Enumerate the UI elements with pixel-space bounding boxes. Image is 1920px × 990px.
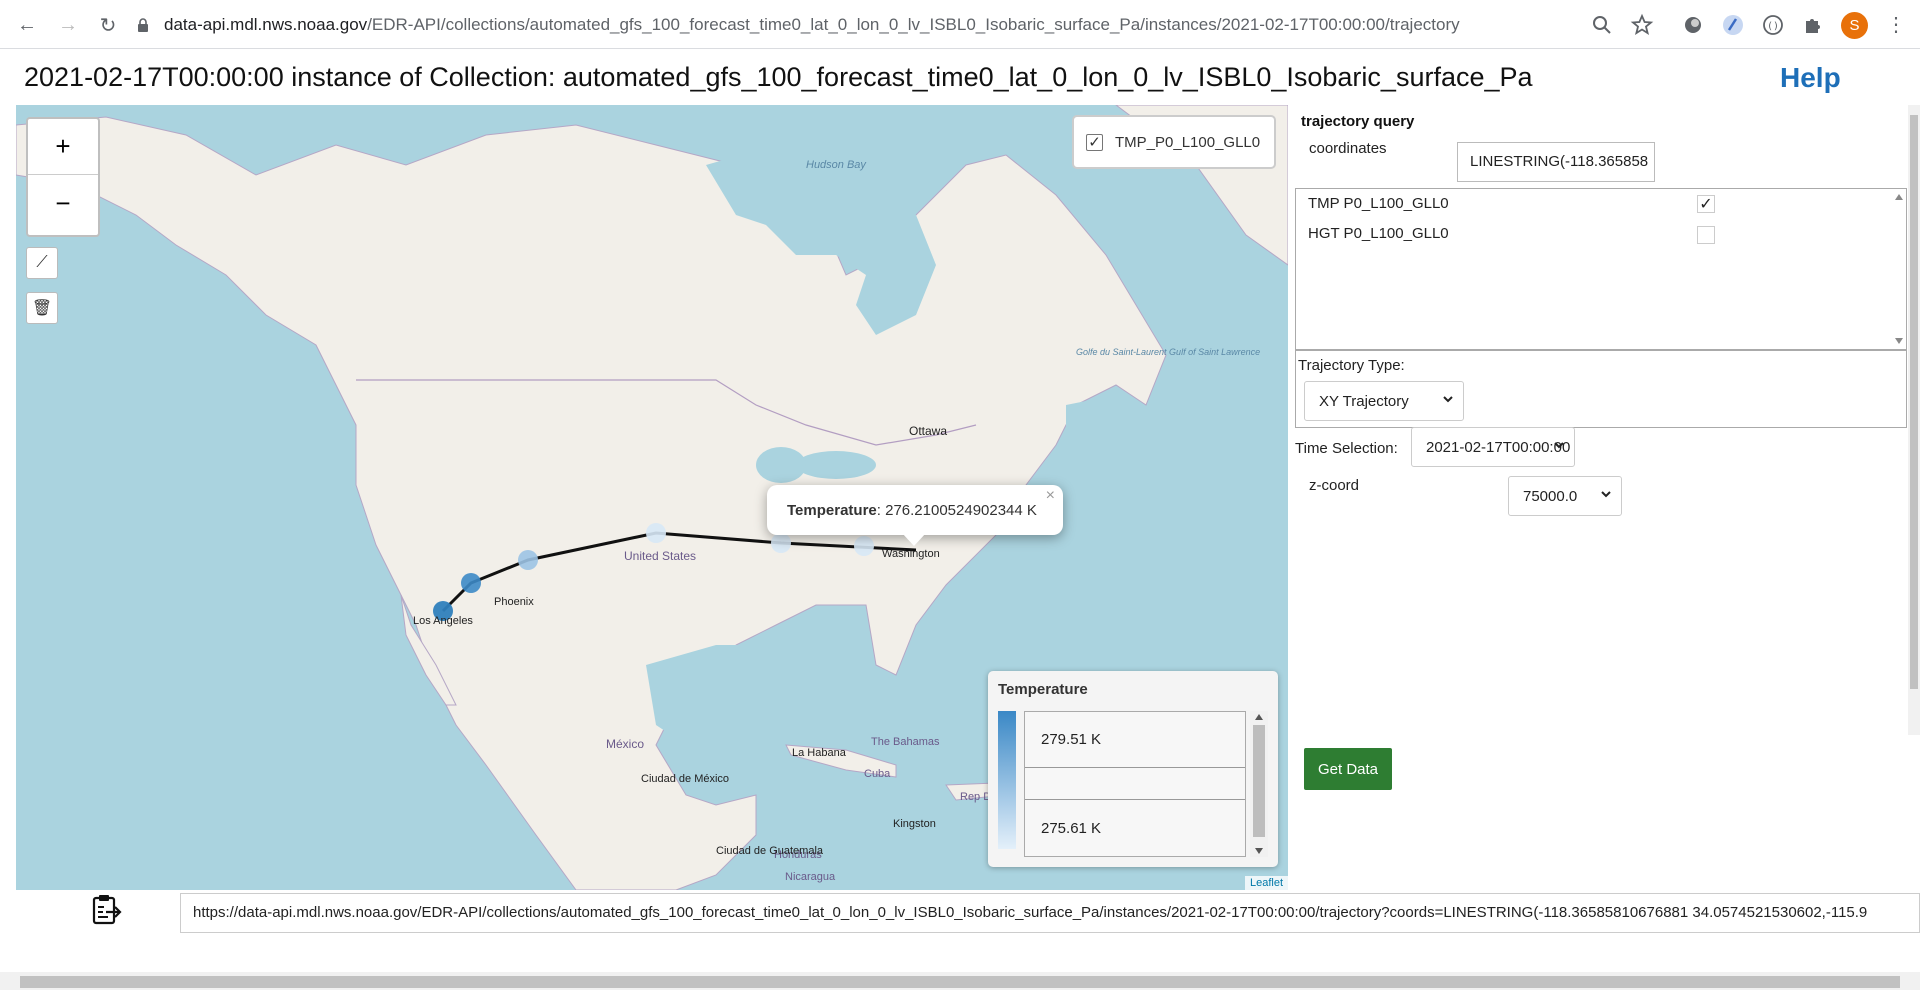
coordinates-input[interactable]: LINESTRING(-118.365858	[1457, 142, 1655, 182]
trash-icon: 🗑	[31, 300, 53, 317]
query-panel: trajectory query coordinates LINESTRING(…	[1295, 105, 1907, 890]
draw-line-icon: ⟋	[36, 254, 48, 271]
url-path: /EDR-API/collections/automated_gfs_100_f…	[367, 15, 1460, 34]
panel-title: trajectory query	[1301, 113, 1415, 130]
layer-checkbox[interactable]: ✓	[1086, 133, 1103, 151]
extension-circle-icon[interactable]	[1681, 13, 1705, 37]
delete-layer-button[interactable]: 🗑	[26, 292, 58, 324]
legend-item	[1025, 768, 1245, 800]
browser-toolbar: ← → ↻ data-api.mdl.nws.noaa.gov/EDR-API/…	[0, 0, 1920, 49]
legend-color-bar	[998, 711, 1016, 849]
help-link[interactable]: Help	[1780, 62, 1841, 94]
search-icon[interactable]	[1590, 13, 1614, 37]
parameter-checkbox-tmp[interactable]: ✓	[1697, 195, 1715, 213]
reload-icon[interactable]: ↻	[95, 12, 121, 38]
star-icon[interactable]	[1630, 13, 1654, 37]
parameter-list-scrollbar[interactable]	[1892, 189, 1906, 349]
popup-value: : 276.2100524902344 K	[876, 501, 1037, 519]
legend-list[interactable]: 279.51 K 275.61 K	[1024, 711, 1246, 857]
parameter-list: TMP P0_L100_GLL0 ✓ HGT P0_L100_GLL0	[1295, 188, 1907, 350]
extension-brackets-icon[interactable]: ()	[1761, 13, 1785, 37]
water-gulf-of-mexico	[646, 645, 836, 755]
parameter-label: TMP P0_L100_GLL0	[1308, 195, 1449, 212]
trajectory-point	[461, 573, 481, 593]
map-label-ciudad-guatemala: Ciudad de Guatemala	[716, 845, 824, 857]
svg-text:(): ()	[1767, 21, 1779, 32]
map-label-phoenix: Phoenix	[494, 596, 534, 608]
map-label-golfe: Golfe du Saint-Laurent Gulf of Saint Law…	[1076, 347, 1260, 357]
trajectory-type-value: XY Trajectory	[1319, 392, 1409, 410]
z-coord-select[interactable]: 75000.0	[1508, 476, 1622, 516]
kebab-menu-icon[interactable]: ⋮	[1886, 12, 1906, 38]
extensions-puzzle-icon[interactable]	[1801, 13, 1825, 37]
zoom-in-button[interactable]: +	[28, 119, 98, 175]
time-selection-value: 2021-02-17T00:00:00	[1426, 438, 1571, 456]
popup-close-button[interactable]: ×	[1046, 487, 1055, 505]
map-label-bahamas: The Bahamas	[871, 736, 940, 748]
chevron-down-icon	[1554, 442, 1564, 449]
leaflet-attribution[interactable]: Leaflet	[1244, 876, 1288, 890]
request-url-row: https://data-api.mdl.nws.noaa.gov/EDR-AP…	[0, 893, 1920, 933]
map-view[interactable]: Hudson Bay Ottawa United States Washingt…	[16, 105, 1288, 890]
temperature-popup: Temperature: 276.2100524902344 K ×	[767, 485, 1063, 546]
map-label-united-states: United States	[624, 549, 696, 563]
trajectory-point	[771, 533, 791, 553]
map-label-hudson-bay: Hudson Bay	[806, 159, 867, 171]
forward-icon[interactable]: →	[55, 12, 81, 38]
chevron-down-icon	[1443, 396, 1453, 403]
time-selection-label: Time Selection:	[1295, 440, 1398, 457]
water-great-lakes	[796, 451, 876, 479]
parameter-checkbox-hgt[interactable]	[1697, 226, 1715, 244]
popup-tip	[902, 533, 926, 546]
z-coord-value: 75000.0	[1523, 487, 1578, 505]
trajectory-point	[518, 550, 538, 570]
parameter-label: HGT P0_L100_GLL0	[1308, 225, 1449, 242]
layer-control[interactable]: ✓ TMP_P0_L100_GLL0	[1072, 115, 1276, 169]
page-title: 2021-02-17T00:00:00 instance of Collecti…	[24, 62, 1533, 92]
time-selection-select[interactable]: 2021-02-17T00:00:00	[1411, 427, 1575, 467]
url-host: data-api.mdl.nws.noaa.gov	[164, 15, 368, 34]
legend-scrollbar[interactable]	[1250, 711, 1268, 857]
legend-item: 275.61 K	[1041, 819, 1102, 837]
map-label-los-angeles: Los Angeles	[413, 615, 473, 627]
map-label-nicaragua: Nicaragua	[785, 871, 836, 883]
layer-label: TMP_P0_L100_GLL0	[1115, 133, 1261, 151]
trajectory-type-box: Trajectory Type: XY Trajectory	[1295, 350, 1907, 428]
map-label-ciudad-mexico: Ciudad de México	[641, 773, 729, 785]
lock-icon	[138, 18, 148, 32]
map-label-ottawa: Ottawa	[909, 424, 947, 438]
map-label-la-habana: La Habana	[792, 747, 847, 759]
back-icon[interactable]: ←	[14, 12, 40, 38]
address-bar[interactable]: data-api.mdl.nws.noaa.gov/EDR-API/collec…	[136, 10, 1666, 40]
popup-label: Temperature	[787, 501, 877, 519]
legend-item: 279.51 K	[1025, 712, 1245, 768]
horizontal-scrollbar[interactable]	[0, 972, 1920, 990]
get-data-button[interactable]: Get Data	[1304, 748, 1392, 790]
zoom-control: + −	[26, 117, 100, 237]
coordinates-label: coordinates	[1309, 140, 1387, 157]
temperature-legend: Temperature 279.51 K 275.61 K	[988, 671, 1278, 867]
chevron-down-icon	[1601, 491, 1611, 498]
map-label-washington: Washington	[882, 548, 940, 560]
copy-clipboard-icon[interactable]	[90, 893, 122, 927]
map-label-mexico: México	[606, 737, 644, 751]
url-text: data-api.mdl.nws.noaa.gov/EDR-API/collec…	[164, 15, 1460, 35]
zoom-out-button[interactable]: −	[28, 175, 98, 231]
map-label-kingston: Kingston	[893, 818, 936, 830]
map-label-cuba: Cuba	[864, 768, 891, 780]
draw-line-button[interactable]: ⟋	[26, 247, 58, 279]
profile-avatar[interactable]: S	[1841, 12, 1868, 39]
trajectory-type-label: Trajectory Type:	[1298, 357, 1405, 374]
trajectory-point	[854, 536, 874, 556]
trajectory-type-select[interactable]: XY Trajectory	[1304, 381, 1464, 421]
request-url-field[interactable]: https://data-api.mdl.nws.noaa.gov/EDR-AP…	[180, 893, 1920, 933]
extension-feather-icon[interactable]	[1721, 13, 1745, 37]
legend-title: Temperature	[998, 681, 1088, 698]
z-coord-label: z-coord	[1309, 477, 1360, 494]
panel-scrollbar[interactable]	[1908, 105, 1920, 735]
trajectory-point	[646, 523, 666, 543]
